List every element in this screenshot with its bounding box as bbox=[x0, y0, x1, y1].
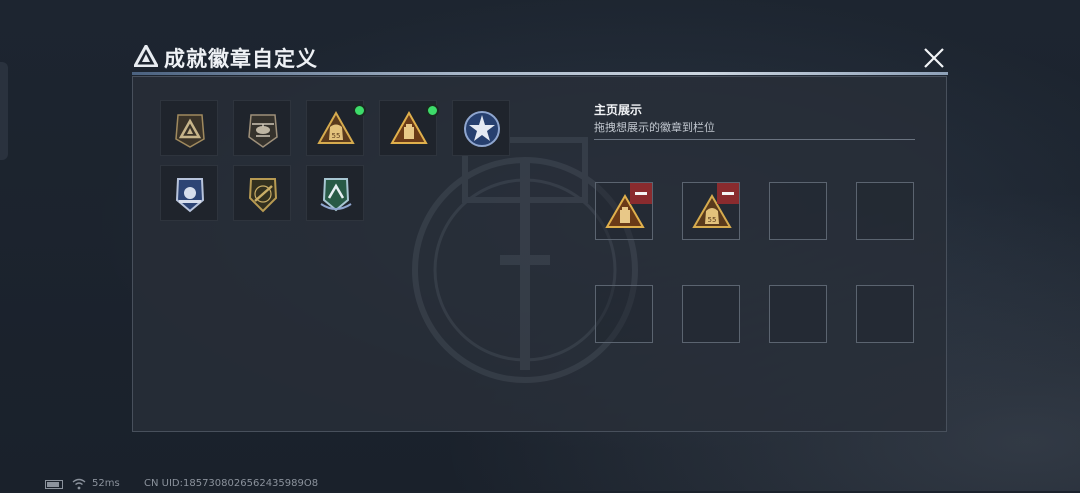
showcase-slot-3[interactable] bbox=[769, 182, 827, 240]
showcase-slot-2[interactable]: 55 bbox=[682, 182, 740, 240]
svg-text:55: 55 bbox=[332, 132, 341, 140]
close-icon bbox=[924, 48, 944, 68]
badge-briefcase-triangle[interactable] bbox=[379, 100, 439, 156]
close-button[interactable] bbox=[920, 44, 948, 72]
money-bag-55-badge-icon: 55 bbox=[317, 110, 355, 144]
showcase-title: 主页展示 bbox=[594, 103, 643, 117]
remove-badge-button[interactable] bbox=[630, 183, 652, 204]
showcase-slot-5[interactable] bbox=[595, 285, 653, 343]
showcase-slot-1[interactable] bbox=[595, 182, 653, 240]
showcase-slot-7[interactable] bbox=[769, 285, 827, 343]
badge-gold-shield-rifle[interactable] bbox=[233, 165, 291, 221]
showcase-subtitle: 拖拽想展示的徽章到栏位 bbox=[594, 121, 715, 134]
showcase-slot-6[interactable] bbox=[682, 285, 740, 343]
showcase-slot-4[interactable] bbox=[856, 182, 914, 240]
showcase-divider bbox=[594, 139, 915, 140]
battery-icon bbox=[45, 480, 63, 489]
triangle-emblem-icon bbox=[132, 42, 160, 68]
triangle-emblem-badge-icon bbox=[175, 114, 205, 148]
badge-money-bag-55[interactable]: 55 bbox=[306, 100, 366, 156]
background-emblem-icon bbox=[412, 137, 638, 383]
badge-blue-shield[interactable] bbox=[160, 165, 218, 221]
blue-shield-badge-icon bbox=[175, 178, 205, 213]
new-badge-indicator bbox=[353, 104, 366, 117]
badge-blue-star[interactable] bbox=[452, 100, 510, 156]
blue-star-badge-icon bbox=[464, 111, 500, 147]
title-bar: 成就徽章自定义 bbox=[132, 40, 948, 74]
page-title: 成就徽章自定义 bbox=[164, 47, 318, 71]
badge-green-crest[interactable] bbox=[306, 165, 364, 221]
svg-text:55: 55 bbox=[708, 216, 717, 224]
user-uid: CN UID:1857308026562435989O8 bbox=[144, 478, 319, 489]
wifi-icon bbox=[72, 478, 86, 490]
briefcase-triangle-badge-icon bbox=[390, 110, 428, 144]
new-badge-indicator bbox=[426, 104, 439, 117]
showcase-slot-8[interactable] bbox=[856, 285, 914, 343]
badge-triangle-emblem[interactable] bbox=[160, 100, 218, 156]
side-drawer-tab[interactable] bbox=[0, 62, 8, 160]
badge-helicopter[interactable] bbox=[233, 100, 291, 156]
remove-badge-button[interactable] bbox=[717, 183, 739, 204]
helicopter-badge-icon bbox=[248, 114, 278, 148]
ping-value: 52ms bbox=[92, 478, 120, 489]
title-divider bbox=[132, 72, 948, 75]
green-crest-badge-icon bbox=[320, 178, 352, 212]
gold-shield-rifle-badge-icon bbox=[248, 178, 278, 213]
